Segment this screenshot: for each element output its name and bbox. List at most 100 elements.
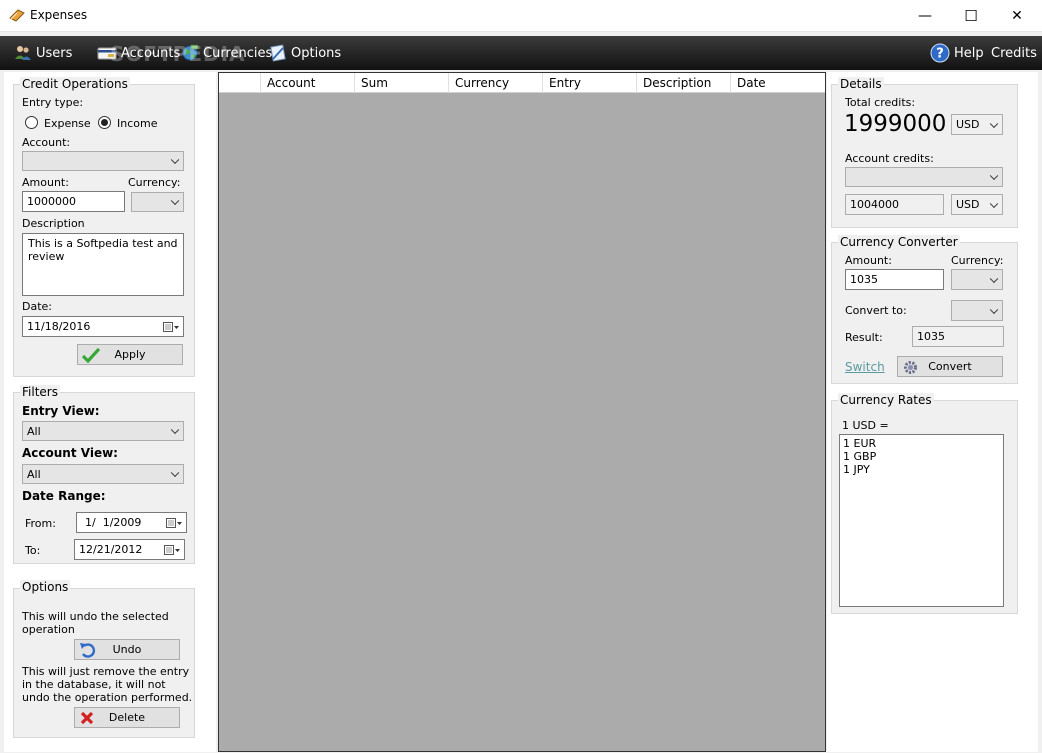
delete-description: This will just remove the entry in the d… bbox=[22, 665, 193, 704]
delete-x-icon bbox=[80, 711, 94, 725]
right-panel: Details Total credits: 1999000 USD Accou… bbox=[827, 72, 1038, 752]
expense-label: Expense bbox=[44, 117, 91, 130]
entry-view-select[interactable]: All bbox=[22, 421, 184, 441]
result-label: Result: bbox=[845, 331, 883, 344]
currency-label: Currency: bbox=[128, 176, 181, 189]
maximize-button[interactable]: ☐ bbox=[948, 0, 994, 31]
account-view-label: Account View: bbox=[22, 446, 118, 460]
toolbar-options[interactable]: Options bbox=[269, 36, 341, 70]
list-item[interactable]: 1 EUR bbox=[843, 437, 1000, 450]
left-panel: Credit Operations Entry type: Expense In… bbox=[4, 72, 216, 752]
calendar-dropdown-icon[interactable] bbox=[164, 544, 180, 556]
total-currency-select[interactable]: USD bbox=[951, 114, 1003, 135]
svg-text:?: ? bbox=[936, 47, 944, 62]
apply-button[interactable]: Apply bbox=[77, 344, 183, 365]
column-description[interactable]: Description bbox=[636, 73, 730, 93]
from-label: From: bbox=[25, 517, 56, 530]
column-date[interactable]: Date bbox=[730, 73, 825, 93]
from-date-picker[interactable]: 1/ 1/2009 bbox=[76, 512, 187, 533]
currency-select[interactable] bbox=[131, 192, 184, 212]
list-item[interactable]: 1 GBP bbox=[843, 450, 1000, 463]
total-credits-label: Total credits: bbox=[845, 96, 916, 109]
column-currency[interactable]: Currency bbox=[448, 73, 542, 93]
date-range-label: Date Range: bbox=[22, 489, 106, 503]
checkmark-icon bbox=[82, 347, 100, 363]
app-icon bbox=[9, 9, 25, 22]
income-radio[interactable] bbox=[98, 116, 111, 129]
to-label: To: bbox=[25, 544, 41, 557]
delete-button[interactable]: Delete bbox=[74, 707, 180, 728]
options-title: Options bbox=[20, 580, 71, 594]
title-bar: Expenses — ☐ ✕ bbox=[0, 0, 1042, 32]
details-title: Details bbox=[838, 77, 884, 91]
credit-operations-title: Credit Operations bbox=[20, 77, 130, 91]
grid-header: Account Sum Currency Entry Description D… bbox=[219, 73, 825, 93]
result-value: 1035 bbox=[912, 326, 1004, 347]
to-date-picker[interactable]: 12/21/2012 bbox=[74, 539, 185, 560]
account-view-select[interactable]: All bbox=[22, 464, 184, 484]
chevron-down-icon bbox=[170, 468, 180, 478]
entries-grid[interactable]: Account Sum Currency Entry Description D… bbox=[218, 72, 826, 752]
users-icon bbox=[15, 46, 31, 60]
chevron-down-icon bbox=[989, 171, 999, 181]
rates-list[interactable]: 1 EUR 1 GBP 1 JPY bbox=[839, 434, 1004, 607]
filters-title: Filters bbox=[20, 385, 60, 399]
column-account[interactable]: Account bbox=[260, 73, 354, 93]
chevron-down-icon bbox=[989, 274, 999, 283]
column-entry[interactable]: Entry bbox=[542, 73, 636, 93]
converter-currency-label: Currency: bbox=[951, 254, 1004, 267]
switch-link[interactable]: Switch bbox=[845, 360, 885, 374]
options-icon bbox=[270, 44, 286, 62]
converter-amount-label: Amount: bbox=[845, 254, 892, 267]
list-item[interactable]: 1 JPY bbox=[843, 463, 1000, 476]
toolbar: Users Accounts Currencies Options SOFTPE… bbox=[0, 36, 1042, 70]
calendar-dropdown-icon[interactable] bbox=[163, 321, 179, 333]
column-sum[interactable]: Sum bbox=[354, 73, 448, 93]
toolbar-help[interactable]: ? Help bbox=[930, 36, 984, 70]
account-credits-label: Account credits: bbox=[845, 152, 934, 165]
date-picker[interactable]: 11/18/2016 bbox=[22, 316, 184, 337]
chevron-down-icon bbox=[989, 199, 999, 208]
chevron-down-icon bbox=[989, 305, 999, 314]
account-currency-select[interactable]: USD bbox=[951, 194, 1003, 215]
convert-to-select[interactable] bbox=[951, 300, 1003, 321]
expense-radio[interactable] bbox=[25, 116, 38, 129]
amount-input[interactable]: 1000000 bbox=[22, 191, 125, 212]
toolbar-users[interactable]: Users bbox=[14, 36, 72, 70]
date-label: Date: bbox=[22, 300, 52, 313]
converter-currency-select[interactable] bbox=[951, 269, 1003, 290]
convert-button[interactable]: Convert bbox=[897, 356, 1003, 377]
chevron-down-icon bbox=[989, 119, 999, 128]
chevron-down-icon bbox=[170, 155, 180, 165]
undo-icon bbox=[80, 643, 96, 658]
watermark: SOFTPEDIA bbox=[110, 42, 246, 66]
grid-row-header[interactable] bbox=[219, 73, 260, 93]
undo-description: This will undo the selected operation bbox=[22, 610, 169, 636]
chevron-down-icon bbox=[170, 425, 180, 435]
entry-view-label: Entry View: bbox=[22, 404, 100, 418]
currency-rates-title: Currency Rates bbox=[838, 393, 934, 407]
account-select[interactable] bbox=[22, 151, 184, 171]
amount-label: Amount: bbox=[22, 176, 69, 189]
close-button[interactable]: ✕ bbox=[994, 0, 1040, 31]
converter-amount-input[interactable]: 1035 bbox=[845, 269, 944, 290]
convert-to-label: Convert to: bbox=[845, 304, 907, 317]
total-credits-value: 1999000 bbox=[844, 111, 947, 137]
calendar-dropdown-icon[interactable] bbox=[166, 517, 182, 529]
toolbar-credits[interactable]: Credits bbox=[991, 36, 1037, 70]
currency-converter-title: Currency Converter bbox=[838, 235, 960, 249]
help-icon: ? bbox=[930, 43, 950, 63]
description-textarea[interactable]: This is a Softpedia test and review bbox=[22, 233, 184, 296]
rates-base-label: 1 USD = bbox=[842, 419, 889, 432]
income-label: Income bbox=[117, 117, 158, 130]
account-credits-select[interactable] bbox=[845, 167, 1003, 187]
description-label: Description bbox=[22, 217, 85, 230]
chevron-down-icon bbox=[170, 196, 180, 206]
entry-type-label: Entry type: bbox=[22, 96, 84, 109]
account-credits-value: 1004000 bbox=[845, 194, 944, 215]
account-label: Account: bbox=[22, 136, 71, 149]
minimize-button[interactable]: — bbox=[902, 0, 948, 31]
window-title: Expenses bbox=[30, 8, 88, 22]
undo-button[interactable]: Undo bbox=[74, 639, 180, 660]
gear-icon bbox=[904, 361, 917, 374]
